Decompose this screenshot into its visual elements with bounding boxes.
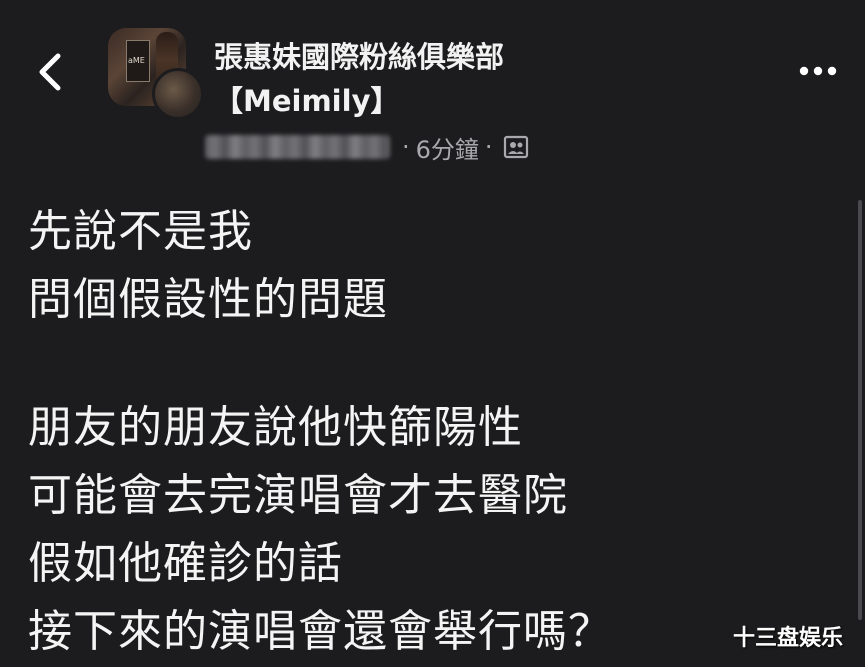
more-horizontal-icon <box>799 66 837 76</box>
post-line: 假如他確診的話 <box>28 538 343 589</box>
post-line: 接下來的演唱會還會舉行嗎？ <box>28 606 613 657</box>
back-button[interactable] <box>30 48 74 96</box>
chevron-left-icon <box>39 53 61 91</box>
poster-avatar <box>152 68 204 120</box>
post-timestamp[interactable]: 6分鐘 <box>416 130 479 165</box>
post-line: 可能會去完演唱會才去醫院 <box>28 470 568 521</box>
meta-separator: · <box>402 133 410 161</box>
scrollbar[interactable] <box>858 200 862 620</box>
post-screen: aME 張惠妹國際粉絲俱樂部 【Meimily】 · 6分鐘 · 先說不是我 問… <box>0 0 865 667</box>
post-line: 先說不是我 <box>28 206 253 257</box>
watermark: 十三盘娱乐 <box>733 626 844 651</box>
avatar-overlay-text: aME <box>128 56 145 65</box>
post-meta: · 6分鐘 · <box>205 130 529 164</box>
group-avatar[interactable]: aME <box>108 28 204 120</box>
meta-separator-2: · <box>484 133 493 161</box>
post-line: 問個假設性的問題 <box>28 274 388 325</box>
more-options-button[interactable] <box>796 56 840 86</box>
group-icon <box>503 135 528 159</box>
blurred-author-name[interactable] <box>205 135 390 159</box>
group-name[interactable]: 張惠妹國際粉絲俱樂部 <box>214 38 504 76</box>
group-name-suffix[interactable]: 【Meimily】 <box>214 82 399 120</box>
post-line: 朋友的朋友說他快篩陽性 <box>28 402 523 453</box>
post-text: 先說不是我 問個假設性的問題 朋友的朋友說他快篩陽性 可能會去完演唱會才去醫院 … <box>28 198 808 666</box>
